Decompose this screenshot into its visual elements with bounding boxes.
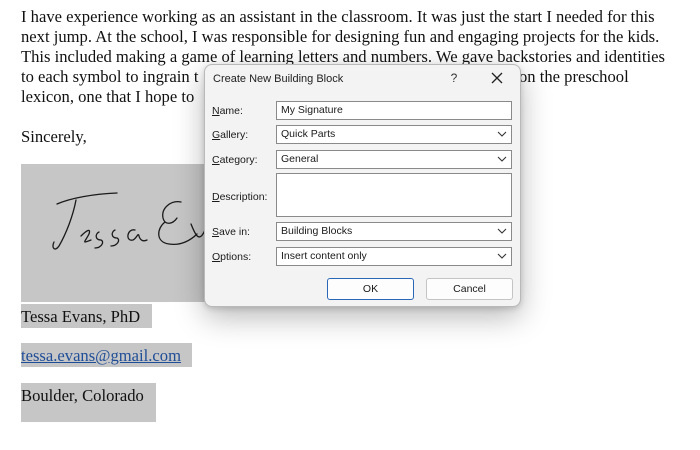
gallery-value: Quick Parts — [281, 128, 336, 140]
signer-name: Tessa Evans, PhD — [21, 307, 141, 326]
save-in-value: Building Blocks — [281, 225, 353, 237]
chevron-down-icon — [497, 253, 507, 259]
close-icon[interactable] — [489, 70, 505, 86]
dialog-title: Create New Building Block — [213, 73, 344, 85]
signature-handwriting — [52, 192, 206, 250]
letter-line-4: to each symbol to ingrain t — [21, 67, 199, 86]
category-label: Category: — [212, 154, 258, 166]
letter-line-1: I have experience working as an assistan… — [21, 7, 655, 26]
description-label: Description: — [212, 191, 268, 203]
closing-text: Sincerely, — [21, 127, 87, 146]
description-textarea[interactable] — [276, 173, 512, 217]
signature-image[interactable] — [21, 164, 207, 302]
options-select[interactable]: Insert content only — [276, 247, 512, 266]
chevron-down-icon — [497, 156, 507, 162]
letter-line-5: lexicon, one that I hope to — [21, 87, 195, 106]
chevron-down-icon — [497, 228, 507, 234]
gallery-select[interactable]: Quick Parts — [276, 125, 512, 144]
save-in-label: Save in: — [212, 226, 250, 238]
location-text: Boulder, Colorado — [21, 386, 144, 405]
save-in-select[interactable]: Building Blocks — [276, 222, 512, 241]
help-button[interactable]: ? — [448, 71, 460, 85]
letter-line-2: next jump. At the school, I was responsi… — [21, 27, 660, 46]
chevron-down-icon — [497, 131, 507, 137]
create-building-block-dialog: Create New Building Block ? Name: My Sig… — [204, 64, 521, 307]
options-value: Insert content only — [281, 250, 367, 262]
cancel-button[interactable]: Cancel — [426, 278, 513, 300]
dialog-titlebar[interactable]: Create New Building Block ? — [205, 65, 520, 93]
letter-line-4-tail: on the preschool — [519, 67, 629, 86]
email-link[interactable]: tessa.evans@gmail.com — [21, 346, 181, 365]
category-value: General — [281, 153, 319, 165]
options-label: Options: — [212, 251, 252, 263]
ok-button[interactable]: OK — [327, 278, 414, 300]
name-field[interactable]: My Signature — [276, 101, 512, 120]
gallery-label: Gallery: — [212, 129, 249, 141]
category-select[interactable]: General — [276, 150, 512, 169]
name-label: Name: — [212, 105, 243, 117]
